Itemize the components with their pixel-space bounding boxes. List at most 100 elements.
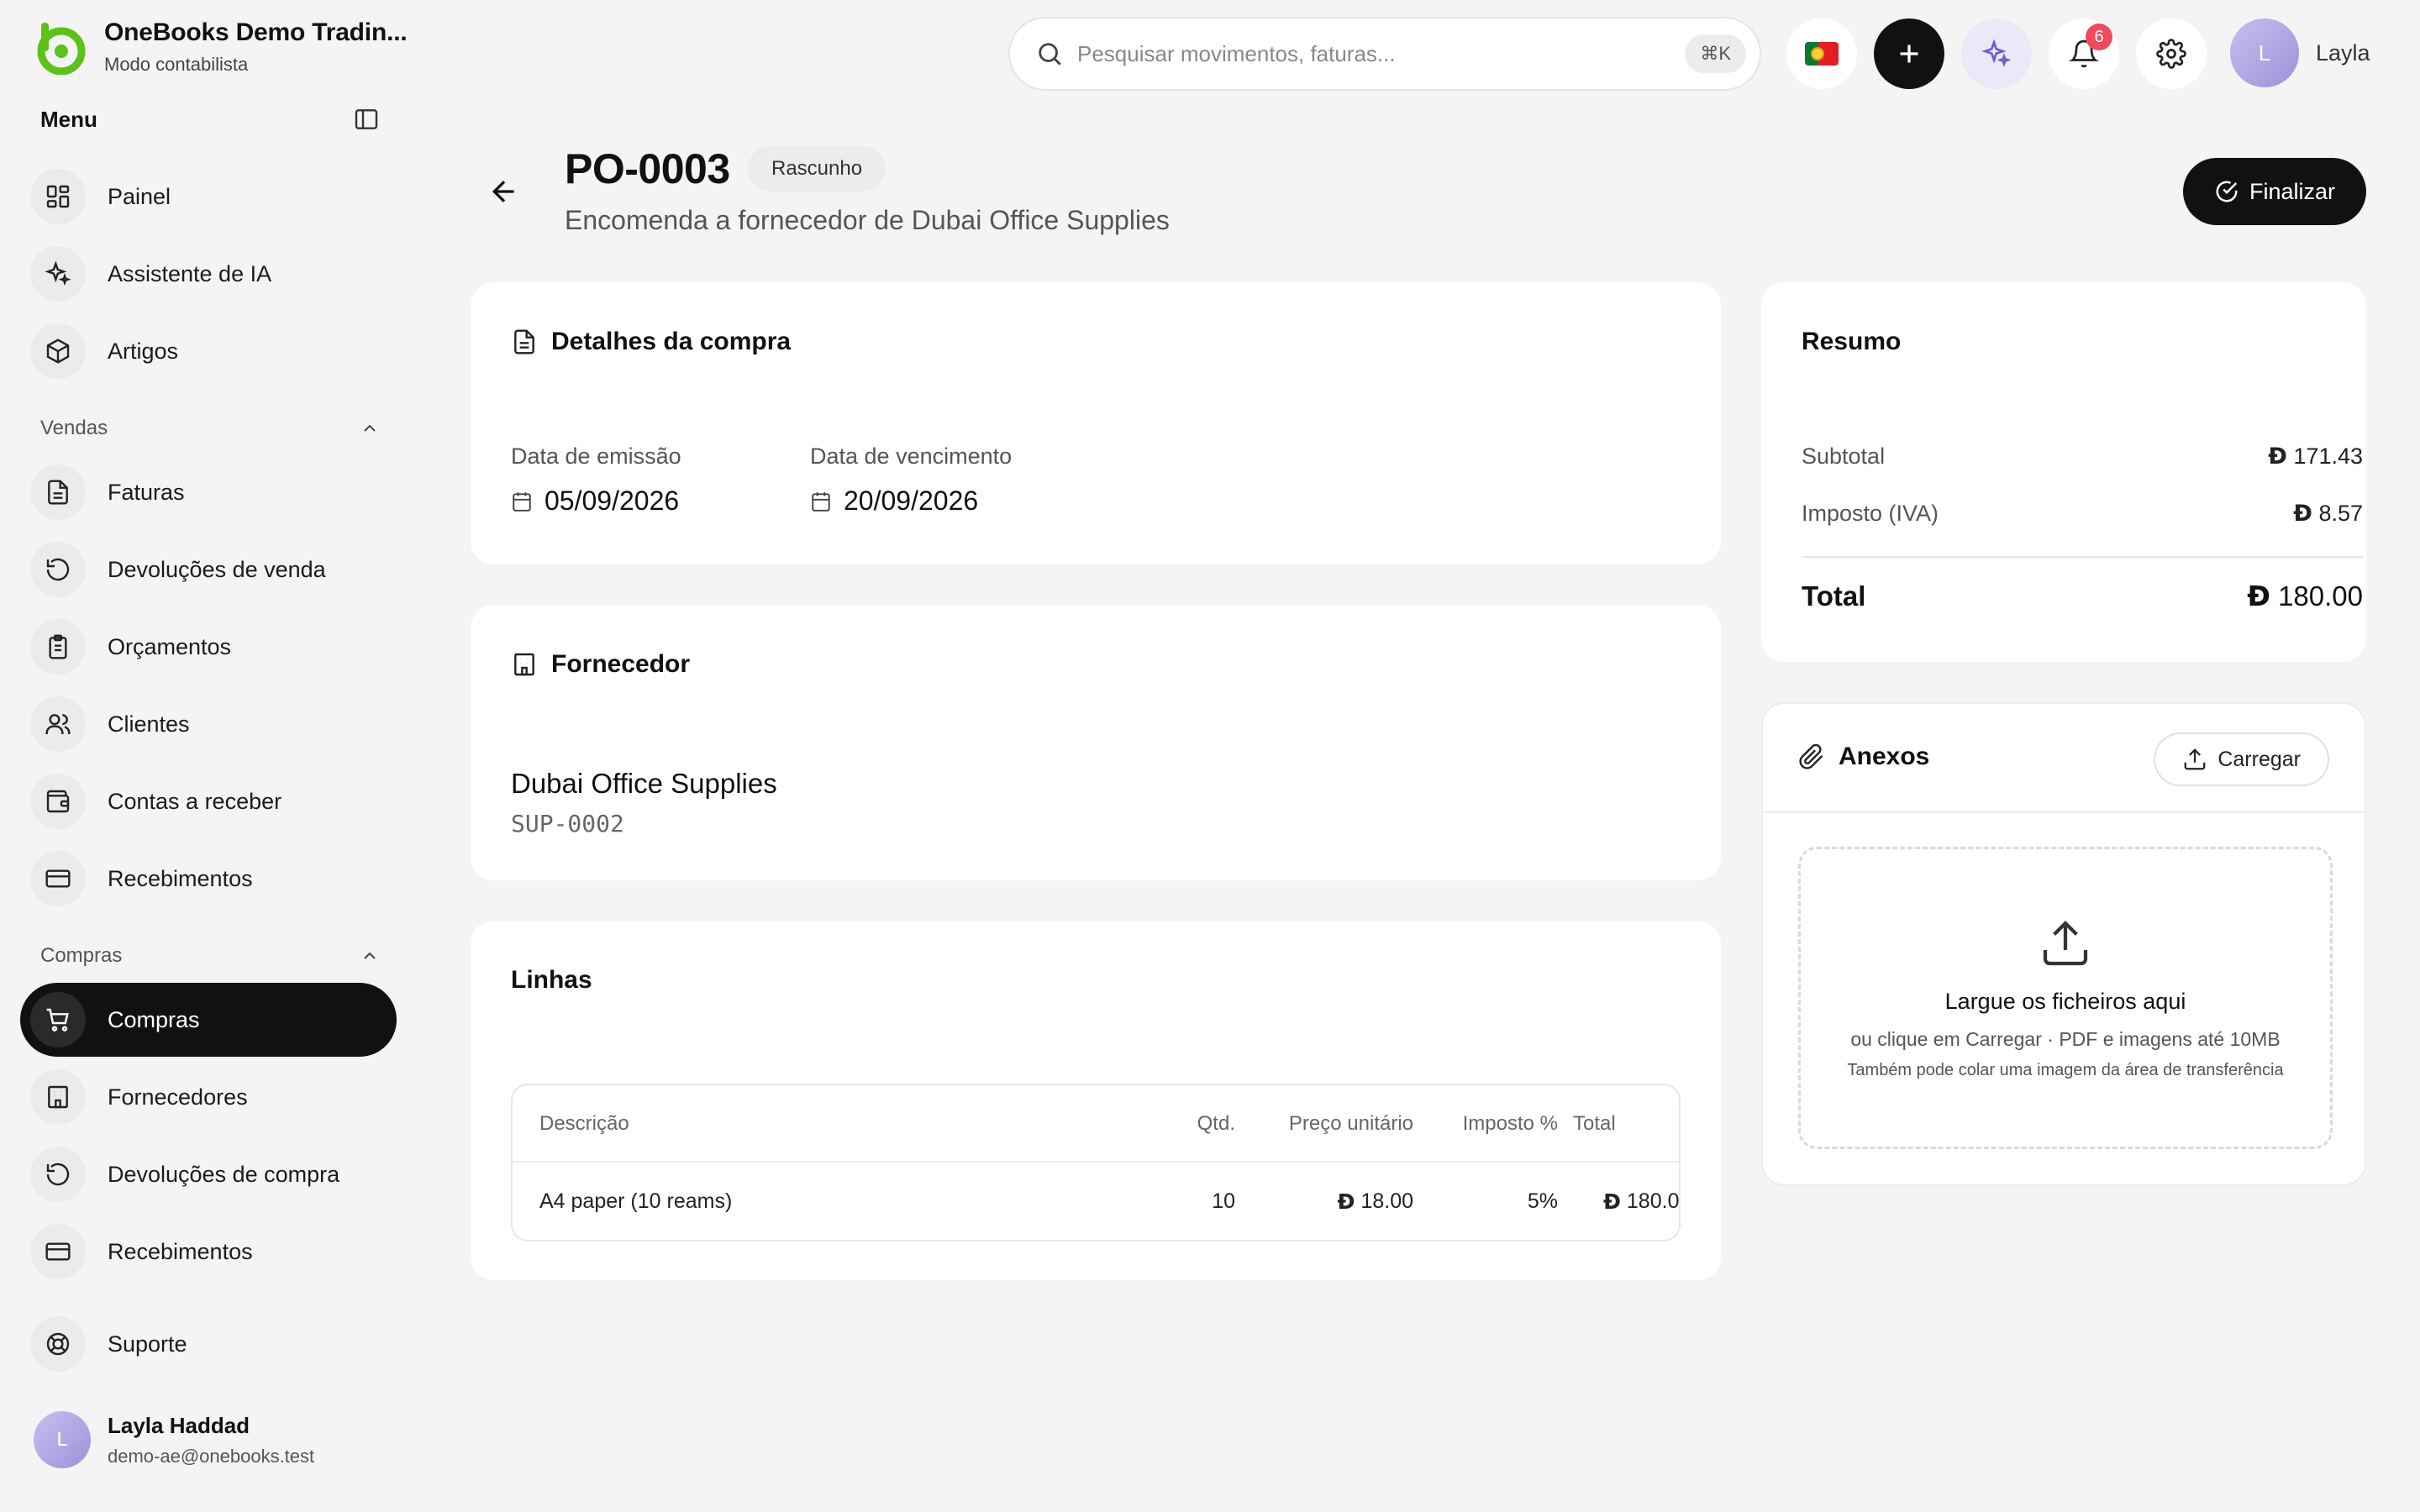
due-date-value[interactable]: 20/09/2026 bbox=[810, 486, 978, 517]
ai-assistant-button[interactable] bbox=[1961, 18, 2032, 89]
section-compras[interactable]: Compras bbox=[40, 941, 380, 971]
card-title: Anexos bbox=[1798, 743, 1929, 771]
summary-divider bbox=[1802, 556, 2363, 558]
chevron-up-icon bbox=[364, 952, 376, 959]
dashboard-icon bbox=[30, 169, 86, 224]
sidebar-toggle-icon[interactable] bbox=[353, 106, 380, 133]
column-total: Total bbox=[1573, 1112, 1616, 1135]
chevron-up-icon bbox=[364, 424, 376, 432]
notifications-button[interactable]: 6 bbox=[2049, 18, 2119, 89]
dirham-currency-icon: Đ bbox=[2293, 501, 2312, 527]
subtotal-label: Subtotal bbox=[1802, 444, 1886, 469]
user-profile[interactable]: L Layla Haddad demo-ae@onebooks.test bbox=[34, 1411, 314, 1468]
supplier-card: Fornecedor Dubai Office Supplies SUP-000… bbox=[471, 605, 1721, 880]
shopping-cart-icon bbox=[30, 992, 86, 1047]
dropzone-title: Largue os ficheiros aqui bbox=[1944, 989, 2186, 1014]
sidebar-item-devolucoes-venda[interactable]: Devoluções de venda bbox=[20, 533, 397, 606]
column-qty: Qtd. bbox=[1197, 1112, 1235, 1135]
finalize-button[interactable]: Finalizar bbox=[2183, 158, 2366, 225]
sidebar-item-suporte[interactable]: Suporte bbox=[20, 1307, 397, 1381]
card-title-text: Fornecedor bbox=[551, 650, 691, 678]
sidebar-item-label: Contas a receber bbox=[108, 788, 282, 814]
dropzone-hint: Também pode colar uma imagem da área de … bbox=[1847, 1061, 2284, 1079]
sidebar-item-label: Orçamentos bbox=[108, 633, 232, 659]
back-arrow-icon[interactable] bbox=[487, 175, 521, 208]
calendar-icon bbox=[513, 491, 531, 512]
supplier-code: SUP-0002 bbox=[511, 810, 624, 837]
company-name: OneBooks Demo Tradin... bbox=[104, 18, 408, 46]
line-unit-price-value: 18.00 bbox=[1360, 1189, 1413, 1213]
finalize-label: Finalizar bbox=[2249, 178, 2336, 204]
sidebar-item-devolucoes-compra[interactable]: Devoluções de compra bbox=[20, 1137, 397, 1211]
sidebar-item-orcamentos[interactable]: Orçamentos bbox=[20, 610, 397, 684]
sidebar-item-recebimentos-vendas[interactable]: Recebimentos bbox=[20, 842, 397, 916]
top-user-name: Layla bbox=[2316, 39, 2370, 66]
sidebar-item-label: Fornecedores bbox=[108, 1084, 248, 1110]
status-badge: Rascunho bbox=[748, 146, 886, 192]
brand[interactable]: OneBooks Demo Tradin... Modo contabilist… bbox=[34, 18, 408, 76]
page-title: PO-0003 bbox=[565, 145, 730, 192]
sidebar-item-label: Devoluções de venda bbox=[108, 556, 326, 582]
sidebar-item-assistente[interactable]: Assistente de IA bbox=[20, 237, 397, 311]
dirham-currency-icon: Đ bbox=[2247, 580, 2270, 612]
sidebar-item-recebimentos-compras[interactable]: Recebimentos bbox=[20, 1215, 397, 1289]
life-buoy-icon bbox=[30, 1316, 86, 1372]
sidebar-item-label: Assistente de IA bbox=[108, 260, 272, 286]
document-icon bbox=[30, 465, 86, 520]
dirham-currency-icon: Đ bbox=[1337, 1189, 1355, 1214]
portugal-flag-icon bbox=[1805, 42, 1839, 66]
lines-table: Descrição Qtd. Preço unitário Imposto % … bbox=[511, 1084, 1681, 1242]
users-icon bbox=[30, 696, 86, 752]
sidebar-item-label: Faturas bbox=[108, 479, 185, 505]
table-row[interactable]: A4 paper (10 reams) 10 Đ 18.00 5% Đ 180.… bbox=[513, 1163, 1680, 1240]
wallet-icon bbox=[30, 774, 86, 829]
sidebar-item-faturas[interactable]: Faturas bbox=[20, 455, 397, 529]
line-total: Đ 180.00 bbox=[1603, 1163, 1680, 1240]
rotate-ccw-icon bbox=[30, 542, 86, 597]
notification-count-badge: 6 bbox=[2086, 24, 2112, 50]
due-date-label: Data de vencimento bbox=[810, 444, 1013, 469]
clipboard-icon bbox=[30, 619, 86, 675]
search-shortcut: ⌘K bbox=[1685, 34, 1746, 73]
supplier-name[interactable]: Dubai Office Supplies bbox=[511, 768, 777, 800]
card-title: Resumo bbox=[1802, 328, 1902, 355]
user-email: demo-ae@onebooks.test bbox=[108, 1445, 315, 1467]
dropzone-subtitle: ou clique em Carregar · PDF e imagens at… bbox=[1850, 1028, 2281, 1050]
search-icon bbox=[1039, 43, 1061, 66]
search-bar[interactable]: ⌘K bbox=[1008, 17, 1761, 91]
purchase-details-card: Detalhes da compra Data de emissão 05/09… bbox=[471, 282, 1721, 564]
menu-header: Menu bbox=[40, 102, 380, 136]
sidebar-item-painel[interactable]: Painel bbox=[20, 160, 397, 234]
issue-date-text: 05/09/2026 bbox=[544, 486, 680, 516]
create-new-button[interactable] bbox=[1874, 18, 1944, 89]
sidebar-item-artigos[interactable]: Artigos bbox=[20, 314, 397, 388]
card-title: Fornecedor bbox=[511, 650, 690, 679]
sidebar-item-compras[interactable]: Compras bbox=[20, 983, 397, 1057]
issue-date-value[interactable]: 05/09/2026 bbox=[511, 486, 679, 517]
settings-button[interactable] bbox=[2136, 18, 2207, 89]
sidebar-item-label: Recebimentos bbox=[108, 865, 253, 891]
line-total-value: 180.00 bbox=[1626, 1189, 1680, 1213]
summary-card: Resumo Subtotal Đ 171.43 Imposto (IVA) Đ… bbox=[1761, 282, 2366, 662]
sidebar-item-contas-receber[interactable]: Contas a receber bbox=[20, 764, 397, 838]
building-icon bbox=[514, 653, 534, 676]
top-user-menu[interactable]: L Layla bbox=[2230, 18, 2370, 87]
line-qty: 10 bbox=[1212, 1189, 1235, 1213]
sidebar-item-clientes[interactable]: Clientes bbox=[20, 687, 397, 761]
search-input[interactable] bbox=[1077, 40, 1686, 67]
upload-button[interactable]: Carregar bbox=[2154, 732, 2329, 786]
file-dropzone[interactable]: Largue os ficheiros aqui ou clique em Ca… bbox=[1798, 847, 2333, 1149]
tax-value: Đ 8.57 bbox=[2293, 501, 2363, 527]
sidebar: OneBooks Demo Tradin... Modo contabilist… bbox=[0, 0, 413, 1512]
user-name: Layla Haddad bbox=[108, 1412, 250, 1438]
menu-title: Menu bbox=[40, 106, 97, 132]
section-vendas[interactable]: Vendas bbox=[40, 413, 380, 444]
sidebar-item-fornecedores[interactable]: Fornecedores bbox=[20, 1060, 397, 1134]
language-button[interactable] bbox=[1786, 18, 1857, 89]
accounting-mode: Modo contabilista bbox=[104, 54, 249, 75]
total-row: Total Đ 180.00 bbox=[1802, 580, 2363, 612]
total-amount: 180.00 bbox=[2278, 580, 2363, 612]
sidebar-item-label: Artigos bbox=[108, 338, 179, 364]
avatar: L bbox=[2230, 18, 2299, 87]
page-subtitle: Encomenda a fornecedor de Dubai Office S… bbox=[565, 205, 1170, 235]
